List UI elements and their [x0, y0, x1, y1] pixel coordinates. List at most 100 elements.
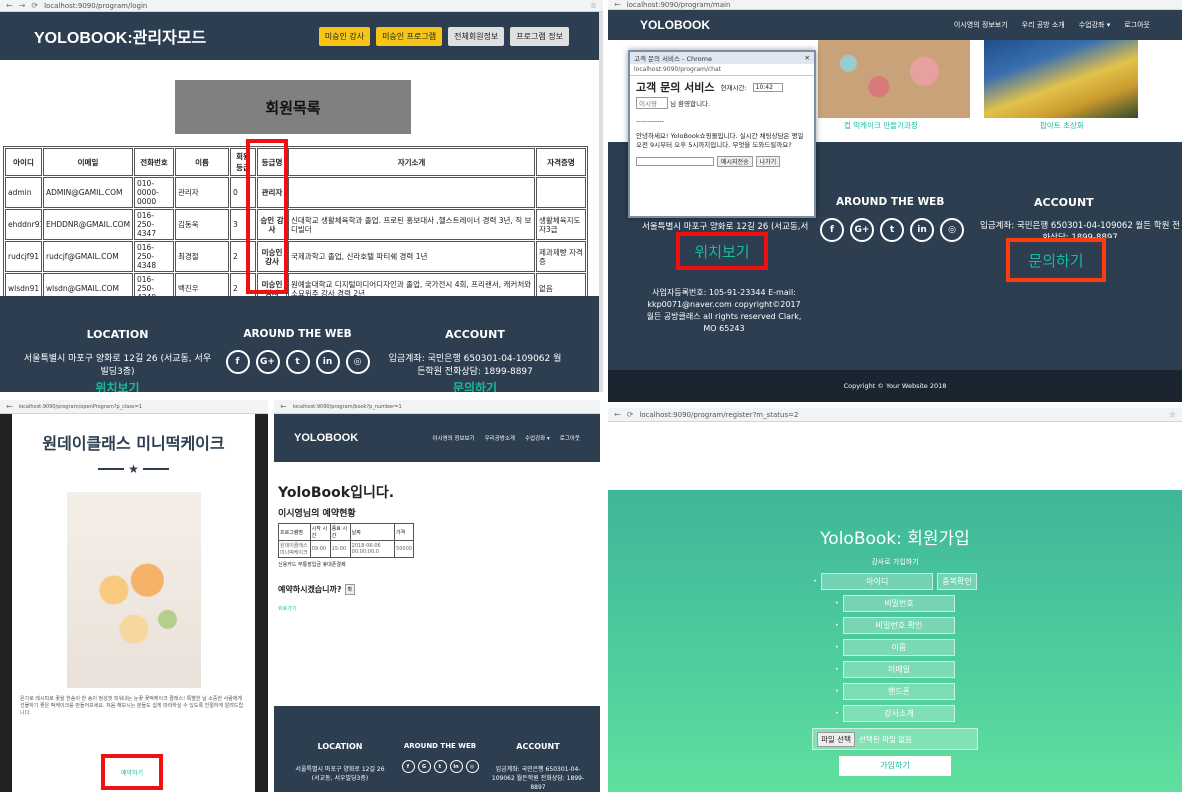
- page-title-text: 회원목록: [265, 98, 321, 117]
- url-field[interactable]: localhost:9090/program/main: [627, 1, 1176, 9]
- table-header: 프로그램명: [278, 523, 311, 541]
- google-plus-icon[interactable]: G+: [850, 218, 874, 242]
- dribbble-icon[interactable]: ◎: [940, 218, 964, 242]
- google-plus-icon[interactable]: G: [417, 760, 431, 773]
- back-icon[interactable]: ←: [6, 1, 13, 10]
- close-icon[interactable]: ✕: [805, 54, 810, 62]
- table-cell: 신대학교 생활체육학과 졸업. 프로틴 홍보대사 ,헬스트레이너 경력 3년, …: [288, 209, 535, 240]
- table-cell: [536, 177, 586, 208]
- register-field-6[interactable]: 강사소개: [843, 704, 955, 722]
- btn-program-info[interactable]: 프로그램 정보: [510, 26, 569, 46]
- file-choose-button[interactable]: 파일 선택: [817, 731, 855, 747]
- table-cell: 생활체육지도자3급: [536, 209, 586, 240]
- time-label: 현재시간:: [720, 84, 747, 92]
- back-icon[interactable]: ←: [614, 0, 621, 9]
- btn-unapproved-program[interactable]: 미승인 프로그램: [376, 26, 443, 46]
- register-field-4[interactable]: 이메일: [843, 660, 955, 678]
- class-title: 원데이클래스 미니떡케이크: [42, 434, 225, 453]
- bullet: •: [835, 709, 839, 717]
- url-field[interactable]: localhost:9090/program/openProgram?p_cla…: [19, 404, 262, 410]
- table-row[interactable]: admin ADMIN@GAMIL.COM 010-0000-0000 관리자 0 관리자: [5, 177, 586, 208]
- portfolio-image-popart[interactable]: [984, 40, 1138, 118]
- star-icon[interactable]: ☆: [590, 1, 597, 10]
- brand[interactable]: YOLOBOOK: [294, 432, 358, 444]
- back-link[interactable]: 뒤로가기: [278, 605, 596, 612]
- file-picker[interactable]: 파일 선택 선택된 파일 없음: [812, 728, 978, 750]
- reserve-button[interactable]: 예약하기: [121, 768, 143, 777]
- register-field-1[interactable]: 비밀번호: [843, 594, 955, 612]
- exit-button[interactable]: 나가기: [755, 156, 781, 167]
- scrollbar[interactable]: [599, 12, 603, 392]
- back-icon[interactable]: ←: [6, 402, 13, 411]
- back-icon[interactable]: ←: [280, 402, 287, 411]
- btn-unapproved-teacher[interactable]: 미승인 강사: [318, 26, 371, 46]
- twitter-icon[interactable]: t: [433, 760, 447, 773]
- chat-input[interactable]: [636, 157, 714, 166]
- reload-icon[interactable]: ⟳: [31, 1, 38, 10]
- submit-button[interactable]: 가입하기: [839, 756, 951, 776]
- reservation-navbar: YOLOBOOK 이시영의 정보보기 우리공방소개 수업강좌 ▾ 로그아웃: [274, 414, 600, 462]
- nav-about[interactable]: 우리 공방 소개: [1022, 20, 1065, 30]
- bullet: •: [835, 687, 839, 695]
- table-cell: [288, 177, 535, 208]
- url-field[interactable]: localhost:9090/program/book?p_number=1: [293, 404, 594, 410]
- brand[interactable]: YOLOBOOK: [640, 18, 710, 32]
- check-duplicate-button[interactable]: 중복확인: [937, 572, 977, 590]
- register-field-2[interactable]: 비밀번호 확인: [843, 616, 955, 634]
- cake-image: [66, 492, 201, 688]
- register-field-3[interactable]: 이름: [843, 638, 955, 656]
- linkedin-icon[interactable]: in: [449, 760, 463, 773]
- location-link[interactable]: 위치보기: [20, 379, 215, 392]
- table-cell: 관리자: [175, 177, 229, 208]
- register-field-0[interactable]: 아이디: [821, 572, 934, 590]
- linkedin-icon[interactable]: in: [910, 218, 934, 242]
- table-row[interactable]: ehddnr91 EHDDNR@GMAIL.COM 016-250-4347 김동욱 3…: [5, 209, 586, 240]
- table-cell: 2018-06-06 00:00:00.0: [349, 540, 396, 558]
- inquiry-link[interactable]: 문의하기: [385, 379, 565, 392]
- user-field[interactable]: 이시영: [636, 97, 668, 109]
- facebook-icon[interactable]: f: [820, 218, 844, 242]
- register-field-5[interactable]: 핸드폰: [843, 682, 955, 700]
- nav-about[interactable]: 우리공방소개: [485, 434, 515, 442]
- popup-title: 고객 문의 서비스 - Chrome: [634, 55, 712, 63]
- submit-row: 가입하기: [608, 756, 1182, 776]
- reload-icon[interactable]: ⟳: [627, 410, 634, 419]
- nav-my-info[interactable]: 이시영의 정보보기: [954, 20, 1008, 30]
- url-field[interactable]: localhost:9090/program/login: [44, 2, 584, 10]
- confirm-button[interactable]: 확: [344, 584, 356, 595]
- send-button[interactable]: 메시지전송: [717, 156, 753, 167]
- inquiry-link[interactable]: 문의하기: [1028, 250, 1083, 271]
- footer-account-text: 입금계좌: 국민은행 650301-04-109062 월든 학원 전화상담: …: [980, 221, 1180, 238]
- file-status-text: 선택된 파일 없음: [858, 734, 913, 744]
- brand[interactable]: YOLOBOOK:관리자모드: [34, 24, 206, 48]
- url-field[interactable]: localhost:9090/program/register?m_status…: [639, 411, 1162, 419]
- nav-logout[interactable]: 로그아웃: [560, 434, 580, 442]
- portfolio-image-cake[interactable]: [818, 40, 970, 118]
- time-field[interactable]: 10:42: [752, 82, 783, 92]
- twitter-icon[interactable]: t: [880, 218, 904, 242]
- linkedin-icon[interactable]: in: [315, 350, 340, 374]
- forward-icon[interactable]: →: [19, 1, 26, 10]
- payment-options[interactable]: 신용카드 무통장입금 휴대폰결제: [278, 561, 596, 568]
- google-plus-icon[interactable]: G+: [255, 350, 280, 374]
- dribbble-icon[interactable]: ◎: [345, 350, 370, 374]
- register-title: YoloBook: 회원가입: [608, 524, 1182, 549]
- admin-footer: LOCATION 서울특별시 마포구 양화로 12길 26 (서교동, 서우빌딩…: [0, 296, 600, 392]
- nav-my-info[interactable]: 이시영의 정보보기: [432, 434, 474, 442]
- nav-classes[interactable]: 수업강좌 ▾: [525, 434, 550, 442]
- dribbble-icon[interactable]: ◎: [465, 760, 479, 773]
- social-links: f G+ t in ◎: [820, 218, 964, 242]
- facebook-icon[interactable]: f: [401, 760, 415, 773]
- facebook-icon[interactable]: f: [225, 350, 250, 374]
- social-links: f G+ t in ◎: [225, 350, 370, 374]
- location-link[interactable]: 위치보기: [694, 241, 749, 262]
- nav-logout[interactable]: 로그아웃: [1124, 20, 1150, 30]
- star-icon[interactable]: ☆: [1169, 410, 1176, 419]
- nav-classes[interactable]: 수업강좌 ▾: [1079, 20, 1111, 30]
- back-icon[interactable]: ←: [614, 410, 621, 419]
- table-cell: 최경철: [175, 241, 229, 272]
- browser-bar: ← localhost:9090/program/main: [608, 0, 1182, 10]
- twitter-icon[interactable]: t: [285, 350, 310, 374]
- table-row[interactable]: rudcjf91 rudcjf@GMAIL.COM 016-250-4348 최경철 2…: [5, 241, 586, 272]
- btn-all-members[interactable]: 전체회원정보: [448, 26, 505, 46]
